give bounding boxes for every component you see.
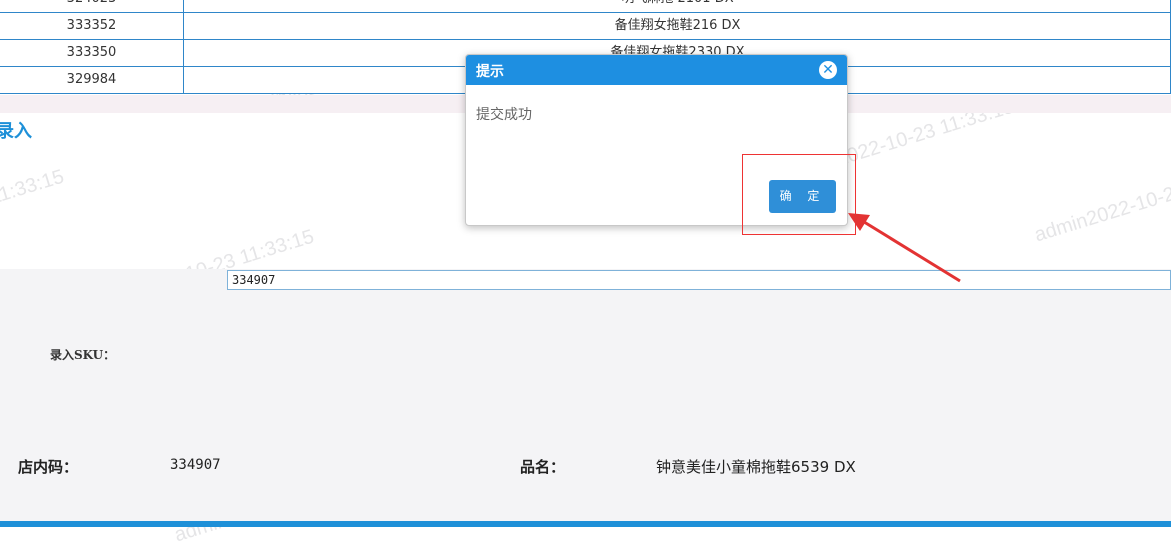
table-row[interactable]: 324023 明飞麻拖 2101 DX xyxy=(0,0,1171,13)
store-code-label: 店内码： xyxy=(18,458,79,476)
table-cell-code: 324023 xyxy=(0,0,184,12)
table-cell-name: 备佳翔女拖鞋216 DX xyxy=(614,18,741,33)
table-cell-name: 明飞麻拖 2101 DX xyxy=(184,0,1171,12)
table-row[interactable]: 333352 备佳翔女拖鞋216 DX xyxy=(0,13,1171,40)
dialog-message: 提交成功 xyxy=(476,107,532,123)
table-cell-code: 329984 xyxy=(0,67,184,93)
section-title: 录入 xyxy=(0,121,32,142)
table-cell-code: 333350 xyxy=(0,40,184,66)
annotation-arrow-icon xyxy=(848,213,961,283)
watermark: admin2022-10-23 11:33:15 xyxy=(1031,156,1171,247)
sku-input[interactable] xyxy=(227,270,1171,290)
dialog-header: 提示 ✕ xyxy=(466,55,847,85)
bottom-bar xyxy=(0,521,1171,527)
close-icon[interactable]: ✕ xyxy=(819,61,837,79)
table-cell-code: 333352 xyxy=(0,13,184,39)
product-name-value: 钟意美佳小童棉拖鞋6539 DX xyxy=(656,458,856,476)
entry-form-area xyxy=(0,269,1171,521)
sku-label: 录入SKU： xyxy=(50,348,116,362)
product-name-label: 品名： xyxy=(520,458,566,476)
dialog-title: 提示 xyxy=(476,64,504,80)
annotation-highlight-box xyxy=(742,154,856,235)
store-code-value: 334907 xyxy=(170,457,221,473)
watermark: admin2022-10-23 11:33:15 xyxy=(0,165,67,257)
